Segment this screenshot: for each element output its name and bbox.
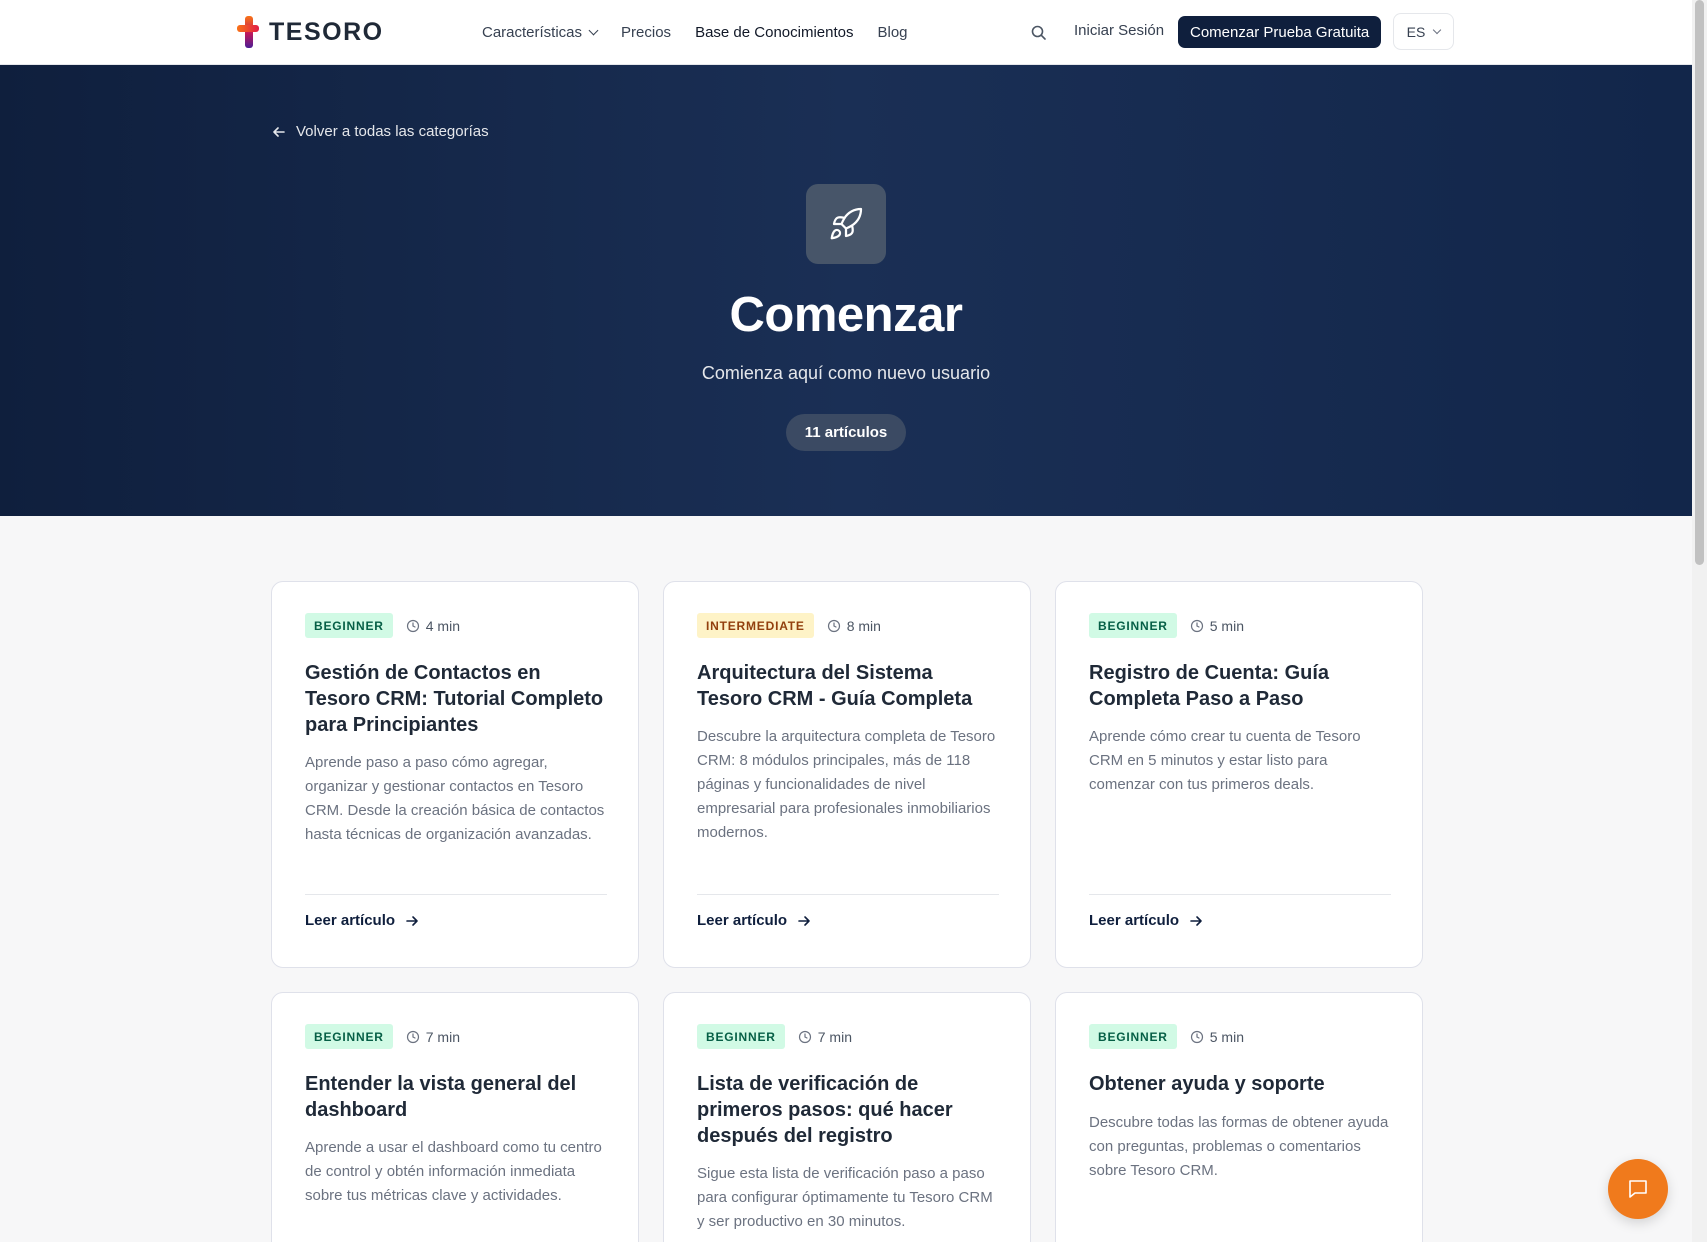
- article-card[interactable]: BEGINNER 4 min Gestión de Contactos en T…: [271, 581, 639, 968]
- card-divider: [305, 894, 607, 895]
- logo[interactable]: TESORO: [237, 16, 384, 48]
- nav-item-label: Características: [482, 24, 583, 41]
- back-link-label: Volver a todas las categorías: [296, 123, 489, 140]
- arrow-right-icon: [1190, 915, 1202, 926]
- login-link[interactable]: Iniciar Sesión: [1074, 22, 1164, 39]
- article-description: Aprende paso a paso cómo agregar, organi…: [305, 754, 605, 843]
- arrow-right-icon: [798, 915, 810, 926]
- scrollbar-thumb[interactable]: [1695, 0, 1704, 565]
- level-badge: INTERMEDIATE: [697, 613, 814, 638]
- article-card[interactable]: BEGINNER 5 min Obtener ayuda y soporte D…: [1055, 992, 1423, 1242]
- back-to-categories-link[interactable]: Volver a todas las categorías: [272, 123, 489, 140]
- category-hero: Volver a todas las categorías Comenzar C…: [0, 65, 1692, 516]
- card-divider: [697, 894, 999, 895]
- read-time: 5 min: [1190, 618, 1244, 634]
- article-meta: BEGINNER 5 min: [1089, 1024, 1244, 1049]
- article-description: Aprende cómo crear tu cuenta de Tesoro C…: [1089, 728, 1361, 793]
- read-time: 7 min: [798, 1029, 852, 1045]
- clock-icon: [798, 1030, 811, 1043]
- read-article-link[interactable]: Leer artículo: [697, 912, 811, 929]
- site-header: TESORO Características Precios Base de C…: [0, 0, 1692, 65]
- nav-item-knowledge-base[interactable]: Base de Conocimientos: [695, 24, 853, 41]
- nav-item-blog[interactable]: Blog: [878, 24, 908, 41]
- read-time: 8 min: [827, 618, 881, 634]
- article-meta: INTERMEDIATE 8 min: [697, 613, 881, 638]
- article-description: Descubre la arquitectura completa de Tes…: [697, 728, 996, 841]
- read-article-label: Leer artículo: [697, 912, 788, 929]
- article-meta: BEGINNER 4 min: [305, 613, 460, 638]
- chevron-down-icon: [588, 25, 599, 36]
- chevron-down-icon: [1433, 25, 1442, 35]
- logo-mark-icon: [237, 16, 261, 48]
- article-count-badge: 11 artículos: [786, 414, 906, 451]
- article-card[interactable]: BEGINNER 7 min Lista de verificación de …: [663, 992, 1031, 1242]
- search-icon[interactable]: [1029, 23, 1049, 43]
- read-article-label: Leer artículo: [305, 912, 396, 929]
- read-article-link[interactable]: Leer artículo: [1089, 912, 1203, 929]
- article-title[interactable]: Lista de verificación de primeros pasos:…: [697, 1071, 1002, 1149]
- read-time-label: 5 min: [1209, 1028, 1244, 1045]
- article-title[interactable]: Gestión de Contactos en Tesoro CRM: Tuto…: [305, 660, 610, 738]
- article-card[interactable]: BEGINNER 7 min Entender la vista general…: [271, 992, 639, 1242]
- article-card[interactable]: INTERMEDIATE 8 min Arquitectura del Sist…: [663, 581, 1031, 968]
- logo-text: TESORO: [269, 17, 384, 46]
- chat-button[interactable]: [1608, 1159, 1668, 1219]
- language-selector[interactable]: ES: [1393, 13, 1454, 50]
- arrow-left-icon: [273, 126, 285, 137]
- article-meta: BEGINNER 7 min: [305, 1024, 460, 1049]
- article-card[interactable]: BEGINNER 5 min Registro de Cuenta: Guía …: [1055, 581, 1423, 968]
- nav-item-pricing[interactable]: Precios: [621, 24, 671, 41]
- read-time: 7 min: [406, 1029, 460, 1045]
- read-time-label: 7 min: [817, 1028, 852, 1045]
- clock-icon: [827, 619, 840, 632]
- page-subtitle: Comienza aquí como nuevo usuario: [701, 363, 991, 383]
- page-title: Comenzar: [729, 288, 963, 342]
- article-title[interactable]: Obtener ayuda y soporte: [1089, 1071, 1394, 1097]
- level-badge: BEGINNER: [1089, 613, 1177, 638]
- level-badge: BEGINNER: [305, 613, 393, 638]
- level-badge: BEGINNER: [697, 1024, 785, 1049]
- clock-icon: [406, 1030, 419, 1043]
- category-icon-tile: [806, 184, 886, 264]
- read-time-label: 7 min: [425, 1028, 460, 1045]
- rocket-icon: [830, 207, 863, 240]
- arrow-right-icon: [406, 915, 418, 926]
- article-title[interactable]: Arquitectura del Sistema Tesoro CRM - Gu…: [697, 660, 1002, 712]
- nav-item-label: Base de Conocimientos: [695, 24, 854, 41]
- clock-icon: [1190, 1030, 1203, 1043]
- clock-icon: [406, 619, 419, 632]
- read-time: 4 min: [406, 618, 460, 634]
- article-meta: BEGINNER 7 min: [697, 1024, 852, 1049]
- read-time: 5 min: [1190, 1029, 1244, 1045]
- level-badge: BEGINNER: [1089, 1024, 1177, 1049]
- nav-item-label: Blog: [877, 24, 908, 41]
- article-meta: BEGINNER 5 min: [1089, 613, 1244, 638]
- language-label: ES: [1406, 23, 1426, 40]
- level-badge: BEGINNER: [305, 1024, 393, 1049]
- clock-icon: [1190, 619, 1203, 632]
- page-scrollbar[interactable]: [1692, 0, 1707, 1242]
- main-nav: Características Precios Base de Conocimi…: [482, 0, 908, 65]
- article-description: Descubre todas las formas de obtener ayu…: [1089, 1114, 1389, 1179]
- article-title[interactable]: Registro de Cuenta: Guía Completa Paso a…: [1089, 660, 1394, 712]
- chat-icon: [1629, 1180, 1647, 1198]
- read-article-label: Leer artículo: [1089, 912, 1180, 929]
- nav-item-label: Precios: [621, 24, 672, 41]
- card-divider: [1089, 894, 1391, 895]
- read-article-link[interactable]: Leer artículo: [305, 912, 419, 929]
- read-time-label: 4 min: [425, 617, 460, 634]
- read-time-label: 8 min: [846, 617, 881, 634]
- article-title[interactable]: Entender la vista general del dashboard: [305, 1071, 610, 1123]
- start-trial-button[interactable]: Comenzar Prueba Gratuita: [1178, 16, 1382, 48]
- nav-item-features[interactable]: Características: [482, 24, 599, 41]
- article-description: Aprende a usar el dashboard como tu cent…: [305, 1139, 602, 1204]
- article-description: Sigue esta lista de verificación paso a …: [697, 1165, 993, 1230]
- read-time-label: 5 min: [1209, 617, 1244, 634]
